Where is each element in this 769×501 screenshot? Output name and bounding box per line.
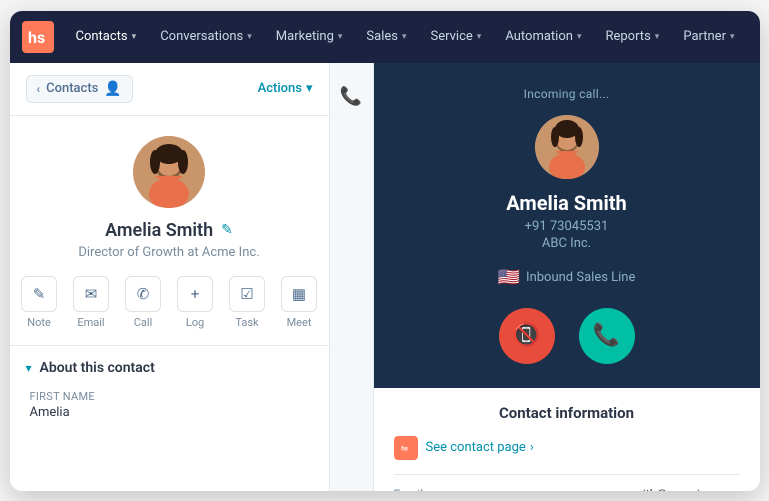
contact-profile: Amelia Smith ✎ Director of Growth at Acm… [10, 116, 329, 346]
caller-phone: +91 73045531 [525, 219, 609, 234]
hubspot-logo[interactable]: hs [22, 21, 54, 53]
chevron-left-icon: ‹ [37, 82, 41, 96]
note-button[interactable]: ✎ Note [21, 276, 57, 329]
call-button[interactable]: ✆ Call [125, 276, 161, 329]
chevron-down-icon: ▾ [402, 32, 407, 42]
breadcrumb-label: Contacts [46, 81, 98, 96]
email-button[interactable]: ✉ Email [73, 276, 109, 329]
log-button[interactable]: + Log [177, 276, 213, 329]
field-group: First name Amelia [26, 390, 313, 420]
chevron-down-icon: ▾ [338, 32, 343, 42]
about-section: ▾ About this contact First name Amelia [10, 346, 329, 434]
phone-tab-button[interactable]: 📞 [333, 79, 369, 115]
navbar: hs Contacts ▾ Conversations ▾ Marketing … [10, 11, 760, 63]
main-content: ‹ Contacts 👤 Actions ▾ [10, 63, 760, 491]
nav-item-contacts[interactable]: Contacts ▾ [66, 23, 147, 50]
contact-title: Director of Growth at Acme Inc. [78, 245, 259, 260]
task-icon: ☑ [229, 276, 265, 312]
meet-button[interactable]: ▦ Meet [281, 276, 317, 329]
email-label: Email [394, 487, 424, 491]
about-section-header[interactable]: ▾ About this contact [26, 360, 313, 376]
actions-button[interactable]: Actions ▾ [258, 81, 313, 96]
nav-item-conversations[interactable]: Conversations ▾ [150, 23, 262, 50]
email-icon: ✉ [73, 276, 109, 312]
about-title: About this contact [40, 360, 155, 376]
flag-icon: 🇺🇸 [498, 267, 520, 288]
hubspot-small-logo: hs [394, 436, 418, 460]
phone-column: 📞 [330, 63, 374, 491]
meet-icon: ▦ [281, 276, 317, 312]
email-value: asmith@acmeinc.com [620, 487, 740, 491]
incoming-label: Incoming call... [524, 87, 610, 101]
nav-item-marketing[interactable]: Marketing ▾ [266, 23, 353, 50]
chevron-down-icon: ▾ [730, 32, 735, 42]
nav-item-sales[interactable]: Sales ▾ [356, 23, 416, 50]
action-buttons: ✎ Note ✉ Email ✆ Call + Log [21, 276, 317, 329]
decline-icon: 📵 [513, 323, 540, 348]
left-panel: ‹ Contacts 👤 Actions ▾ [10, 63, 330, 491]
chevron-down-icon: ▾ [132, 32, 137, 42]
phone-icon: ✆ [125, 276, 161, 312]
contact-name-row: Amelia Smith ✎ [105, 220, 233, 241]
avatar [133, 136, 205, 208]
chevron-down-icon: ▾ [655, 32, 660, 42]
email-row: Email asmith@acmeinc.com [394, 487, 740, 491]
chevron-down-icon: ▾ [577, 32, 582, 42]
edit-icon[interactable]: ✎ [221, 222, 233, 238]
see-contact-link[interactable]: See contact page › [426, 440, 534, 455]
nav-item-reports[interactable]: Reports ▾ [595, 23, 669, 50]
log-icon: + [177, 276, 213, 312]
chevron-down-icon: ▾ [306, 81, 313, 96]
app-container: hs Contacts ▾ Conversations ▾ Marketing … [10, 11, 760, 491]
accept-icon: 📞 [593, 323, 620, 348]
svg-text:hs: hs [401, 445, 407, 452]
accept-call-button[interactable]: 📞 [579, 308, 635, 364]
nav-item-service[interactable]: Service ▾ [421, 23, 492, 50]
caller-name: Amelia Smith [506, 191, 626, 215]
divider [394, 474, 740, 475]
nav-item-partner[interactable]: Partner ▾ [673, 23, 744, 50]
left-panel-header: ‹ Contacts 👤 Actions ▾ [10, 63, 329, 116]
person-icon: 👤 [104, 81, 121, 97]
chevron-down-icon: ▾ [247, 32, 252, 42]
contact-info-title: Contact information [394, 404, 740, 422]
caller-company: ABC Inc. [542, 236, 591, 251]
note-icon: ✎ [21, 276, 57, 312]
right-panel: Incoming call... Amelia Smith +91 7304 [374, 63, 760, 491]
caller-avatar [535, 115, 599, 179]
chevron-down-icon: ▾ [477, 32, 482, 42]
chevron-down-icon: ▾ [26, 361, 32, 375]
first-name-value: Amelia [30, 405, 309, 420]
contacts-breadcrumb[interactable]: ‹ Contacts 👤 [26, 75, 133, 103]
external-link-icon: › [530, 440, 534, 455]
svg-text:hs: hs [28, 28, 45, 47]
nav-item-automation[interactable]: Automation ▾ [495, 23, 591, 50]
contact-name: Amelia Smith [105, 220, 213, 241]
call-actions: 📵 📞 [499, 308, 635, 364]
first-name-label: First name [30, 390, 309, 403]
decline-call-button[interactable]: 📵 [499, 308, 555, 364]
task-button[interactable]: ☑ Task [229, 276, 265, 329]
see-contact-row: hs See contact page › [394, 436, 740, 460]
line-label: Inbound Sales Line [526, 270, 635, 285]
call-card: Incoming call... Amelia Smith +91 7304 [374, 63, 760, 388]
contact-info-panel: Contact information hs See contact page … [374, 388, 760, 491]
call-line: 🇺🇸 Inbound Sales Line [498, 267, 636, 288]
